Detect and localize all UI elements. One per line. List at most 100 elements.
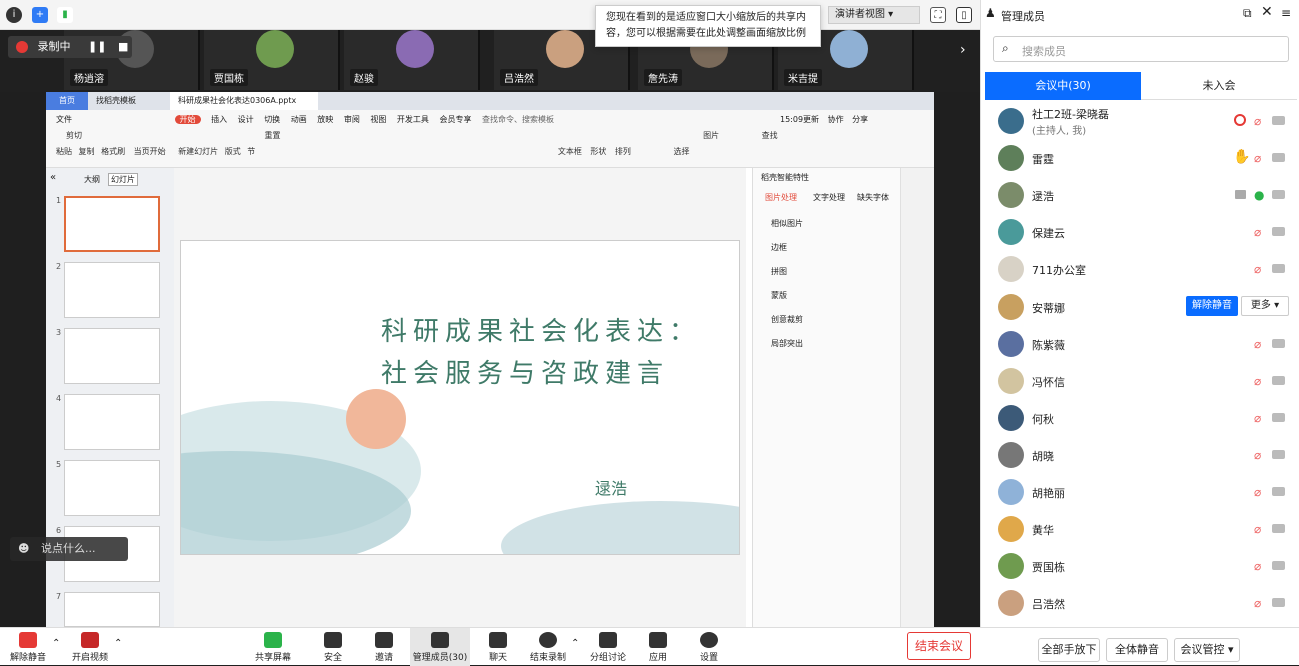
camera-off-icon[interactable] — [1272, 376, 1285, 385]
member-row[interactable]: 雷霆 ✋ ⌀ — [981, 139, 1299, 176]
tab-not-joined[interactable]: 未入会 — [1141, 72, 1297, 100]
camera-off-icon[interactable] — [1272, 524, 1285, 533]
pane-tab-image[interactable]: 图片处理 — [765, 192, 797, 203]
info-icon[interactable]: i — [6, 7, 22, 23]
mic-muted-icon[interactable]: ⌀ — [1254, 225, 1266, 239]
picture-button[interactable]: 图片 — [703, 131, 719, 140]
pane-item[interactable]: 边框 — [771, 242, 787, 253]
cut-button[interactable]: 剪切 — [66, 131, 82, 140]
chat-hint-bar[interactable]: ☻ 说点什么... — [10, 537, 128, 561]
textbox-button[interactable]: 文本框 — [558, 147, 582, 156]
camera-off-icon[interactable] — [1272, 561, 1285, 570]
pane-item[interactable]: 拼图 — [771, 266, 787, 277]
member-row[interactable]: 何秋 ⌀ — [981, 399, 1299, 436]
mute-all-button[interactable]: 全体静音 — [1106, 638, 1168, 662]
tab-pptx-file[interactable]: 科研成果社会化表达0306A.pptx — [170, 92, 318, 110]
slide-thumbnail[interactable] — [64, 460, 160, 516]
stop-recording-button[interactable]: 结束录制 — [520, 628, 576, 666]
camera-off-icon[interactable] — [1272, 264, 1285, 273]
camera-off-icon[interactable] — [1272, 598, 1285, 607]
menu-view[interactable]: 视图 — [370, 115, 386, 124]
menu-file[interactable]: 文件 — [56, 115, 72, 124]
slide-thumbnail[interactable] — [64, 196, 160, 252]
close-icon[interactable]: ✕ — [1261, 4, 1273, 20]
layout-button[interactable]: 版式 — [225, 147, 241, 156]
member-row[interactable]: 胡艳丽 ⌀ — [981, 473, 1299, 510]
popout-icon[interactable]: ⧉ — [1243, 6, 1252, 21]
camera-off-icon[interactable] — [1272, 153, 1285, 162]
member-search[interactable]: ⌕ 搜索成员 — [993, 36, 1289, 62]
member-row[interactable]: 胡晓 ⌀ — [981, 436, 1299, 473]
end-meeting-button[interactable]: 结束会议 — [907, 632, 971, 660]
unmute-member-button[interactable]: 解除静音 — [1186, 296, 1238, 316]
mic-muted-icon[interactable]: ⌀ — [1254, 448, 1266, 462]
slides-tab[interactable]: 幻灯片 — [108, 173, 138, 186]
settings-button[interactable]: 设置 — [681, 628, 737, 666]
pane-item[interactable]: 蒙版 — [771, 290, 787, 301]
collab-button[interactable]: 协作 — [828, 115, 844, 124]
pane-item[interactable]: 局部突出 — [771, 338, 803, 349]
stop-icon[interactable]: ■ — [118, 40, 128, 53]
chevron-up-icon[interactable]: ⌃ — [114, 638, 122, 649]
reset-button[interactable]: 重置 — [265, 131, 281, 140]
camera-off-icon[interactable] — [1272, 339, 1285, 348]
more-button[interactable]: 更多 ▾ — [1241, 296, 1289, 316]
video-tile[interactable]: 贾国栋 — [204, 30, 340, 90]
arrange-button[interactable]: 排列 — [615, 147, 631, 156]
tab-home[interactable]: 首页 — [46, 92, 88, 110]
lower-all-hands-button[interactable]: 全部手放下 — [1038, 638, 1100, 662]
signal-icon[interactable]: ▮ — [57, 7, 73, 23]
chat-button[interactable]: 聊天 — [470, 628, 526, 666]
member-row[interactable]: 安蒂娜 解除静音 更多 ▾ — [981, 288, 1299, 325]
menu-developer[interactable]: 开发工具 — [397, 115, 429, 124]
share-screen-button[interactable]: 共享屏幕 — [245, 628, 301, 666]
pane-tab-font[interactable]: 缺失字体 — [857, 192, 889, 203]
member-row[interactable]: 吕浩然 ⌀ — [981, 584, 1299, 621]
menu-animation[interactable]: 动画 — [291, 115, 307, 124]
menu-review[interactable]: 审阅 — [344, 115, 360, 124]
pane-item[interactable]: 创意裁剪 — [771, 314, 803, 325]
member-row[interactable]: 711办公室 ⌀ — [981, 250, 1299, 287]
breakout-button[interactable]: 分组讨论 — [580, 628, 636, 666]
member-row[interactable]: 逯浩 ● — [981, 176, 1299, 213]
fullscreen-icon[interactable]: ⛶ — [930, 7, 946, 23]
tab-in-meeting[interactable]: 会议中(30) — [985, 72, 1141, 100]
paste-button[interactable]: 粘贴 — [56, 147, 72, 156]
camera-off-icon[interactable] — [1272, 487, 1285, 496]
mic-on-icon[interactable]: ● — [1254, 188, 1266, 202]
camera-off-icon[interactable] — [1272, 190, 1285, 199]
strip-next-icon[interactable]: › — [960, 42, 966, 58]
camera-off-icon[interactable] — [1272, 413, 1285, 422]
command-search[interactable]: 查找命令、搜索模板 — [482, 115, 554, 124]
mic-muted-icon[interactable]: ⌀ — [1254, 262, 1266, 276]
start-video-button[interactable]: 开启视频 — [62, 628, 118, 666]
shape-button[interactable]: 形状 — [590, 147, 606, 156]
security-button[interactable]: 安全 — [305, 628, 361, 666]
member-row[interactable]: 贾国栋 ⌀ — [981, 547, 1299, 584]
video-tile[interactable]: 赵骏 — [344, 30, 480, 90]
menu-transition[interactable]: 切换 — [264, 115, 280, 124]
shield-icon[interactable]: + — [32, 7, 48, 23]
apps-button[interactable]: 应用 — [630, 628, 686, 666]
recording-indicator[interactable]: 录制中 ❚❚ ■ — [8, 36, 132, 58]
current-slide[interactable]: 科研成果社会化表达： 社会服务与咨政建言 逯浩 — [180, 240, 740, 555]
camera-off-icon[interactable] — [1272, 227, 1285, 236]
collapse-icon[interactable]: « — [50, 172, 56, 183]
find-button[interactable]: 查找 — [762, 131, 778, 140]
mic-muted-icon[interactable]: ⌀ — [1254, 485, 1266, 499]
chevron-up-icon[interactable]: ⌃ — [571, 638, 579, 649]
member-row[interactable]: 黄华 ⌀ — [981, 510, 1299, 547]
camera-off-icon[interactable] — [1272, 450, 1285, 459]
copy-button[interactable]: 复制 — [79, 147, 95, 156]
mic-muted-icon[interactable]: ⌀ — [1254, 522, 1266, 536]
mic-muted-icon[interactable]: ⌀ — [1254, 114, 1266, 128]
section-button[interactable]: 节 — [247, 147, 255, 156]
menu-insert[interactable]: 插入 — [211, 115, 227, 124]
chevron-up-icon[interactable]: ⌃ — [52, 638, 60, 649]
meeting-control-button[interactable]: 会议管控 ▾ — [1174, 638, 1240, 662]
mic-muted-icon[interactable]: ⌀ — [1254, 374, 1266, 388]
menu-start[interactable]: 开始 — [174, 115, 201, 124]
share-button[interactable]: 分享 — [852, 115, 868, 124]
tab-template[interactable]: 找稻壳模板 — [96, 92, 136, 110]
member-row[interactable]: 陈紫薇 ⌀ — [981, 325, 1299, 362]
